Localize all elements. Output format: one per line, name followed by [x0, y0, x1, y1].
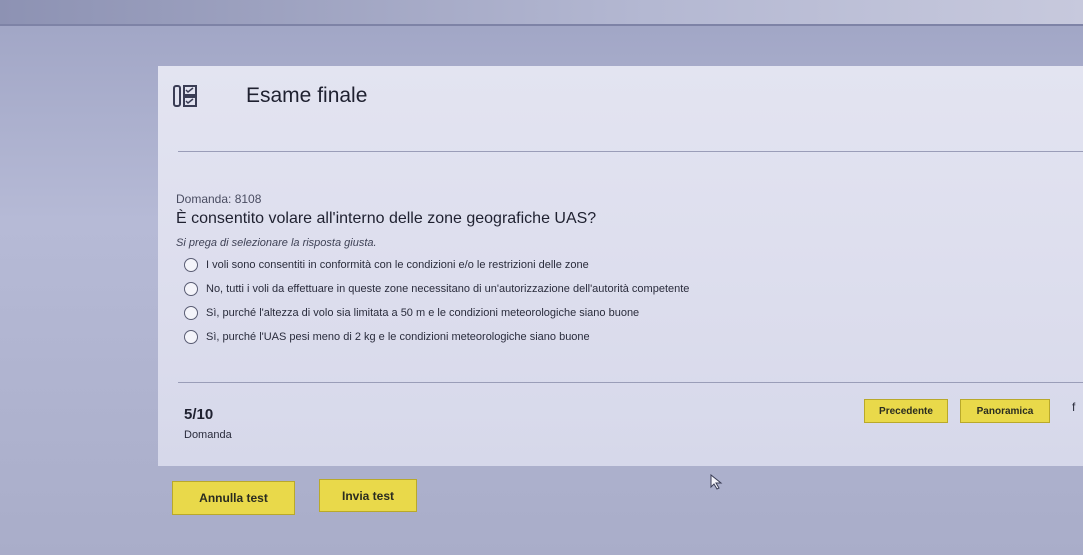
answer-option-4[interactable]: Sì, purché l'UAS pesi meno di 2 kg e le …	[184, 325, 1056, 349]
next-button-edge[interactable]: f	[1072, 400, 1075, 414]
radio-button[interactable]	[184, 258, 198, 272]
answer-option-label: I voli sono consentiti in conformità con…	[206, 259, 589, 271]
radio-button[interactable]	[184, 306, 198, 320]
browser-top-bar	[0, 0, 1083, 24]
answer-option-2[interactable]: No, tutti i voli da effettuare in queste…	[184, 277, 1056, 301]
quiz-list-icon	[172, 82, 200, 110]
previous-button[interactable]: Precedente	[864, 399, 948, 423]
options-divider	[178, 382, 1083, 383]
radio-button[interactable]	[184, 330, 198, 344]
answer-option-1[interactable]: I voli sono consentiti in conformità con…	[184, 253, 1056, 277]
header-divider	[178, 151, 1083, 152]
question-block: Domanda: 8108 È consentito volare all'in…	[176, 192, 1056, 349]
radio-button[interactable]	[184, 282, 198, 296]
page-title: Esame finale	[246, 84, 368, 107]
progress-label: Domanda	[184, 429, 232, 441]
top-divider	[0, 24, 1083, 26]
progress-count: 5/10	[184, 406, 214, 423]
question-text: È consentito volare all'interno delle zo…	[176, 210, 597, 227]
cancel-test-button[interactable]: Annulla test	[172, 481, 295, 515]
submit-test-button[interactable]: Invia test	[319, 479, 417, 512]
answer-instruction: Si prega di selezionare la risposta gius…	[176, 237, 377, 249]
question-number: Domanda: 8108	[176, 192, 262, 206]
answer-option-label: Sì, purché l'altezza di volo sia limitat…	[206, 307, 640, 319]
overview-button[interactable]: Panoramica	[960, 399, 1050, 423]
mouse-cursor-icon	[710, 474, 723, 490]
answer-option-label: No, tutti i voli da effettuare in queste…	[206, 283, 690, 295]
exam-header: Esame finale	[172, 82, 367, 110]
question-progress: 5/10 Domanda	[184, 406, 232, 441]
answer-option-3[interactable]: Sì, purché l'altezza di volo sia limitat…	[184, 301, 1056, 325]
exam-panel: Esame finale Domanda: 8108 È consentito …	[158, 66, 1083, 466]
answer-option-label: Sì, purché l'UAS pesi meno di 2 kg e le …	[206, 331, 590, 343]
